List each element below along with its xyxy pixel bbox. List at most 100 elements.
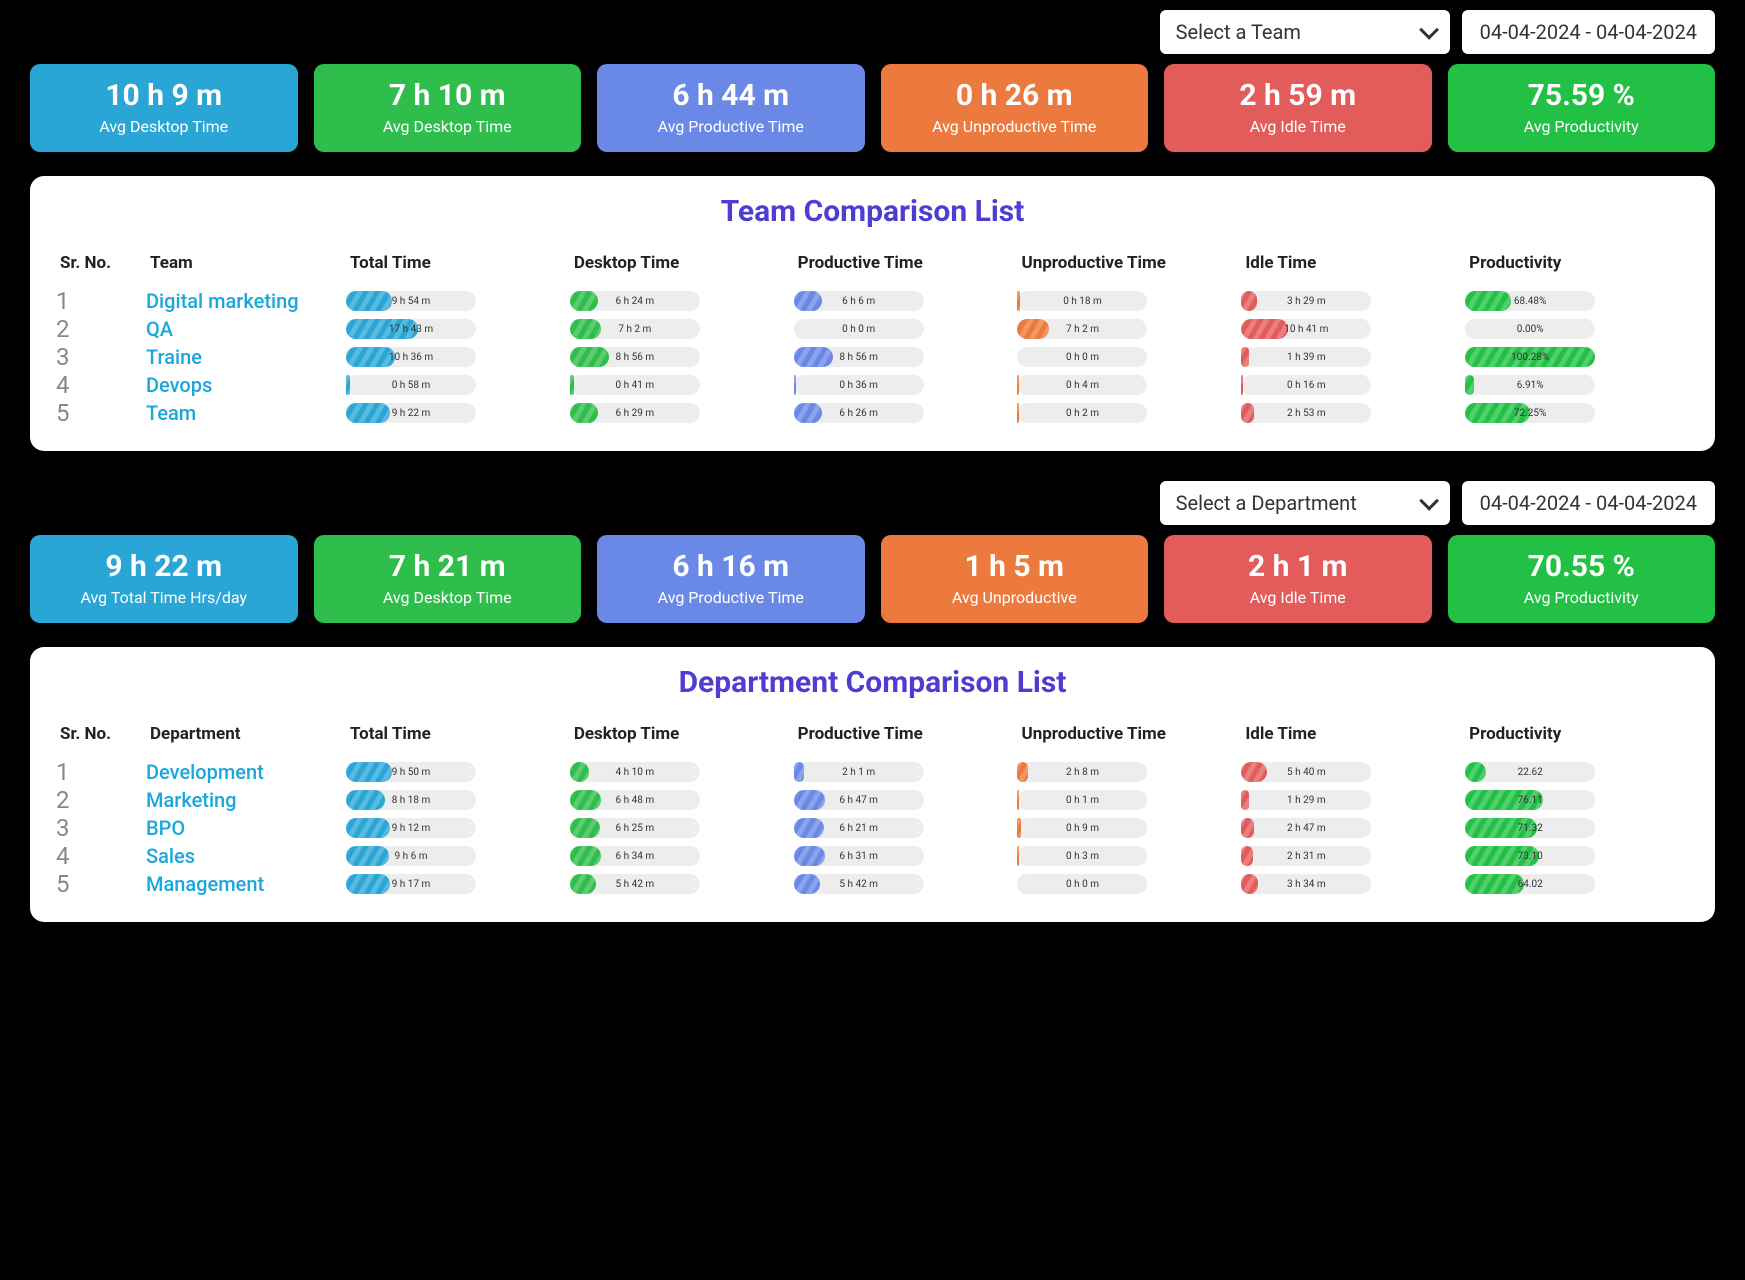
progress-pill: 0 h 16 m <box>1241 375 1371 395</box>
card-label: Avg Desktop Time <box>322 588 574 607</box>
progress-fill <box>570 874 596 894</box>
sr-no: 2 <box>56 786 146 814</box>
card-value: 6 h 44 m <box>605 78 857 113</box>
team-link[interactable]: Digital marketing <box>146 289 299 313</box>
metric-cell: 6.91% <box>1465 375 1689 395</box>
progress-fill <box>794 291 823 311</box>
progress-fill <box>794 762 804 782</box>
dept-comparison-title: Department Comparison List <box>56 665 1689 700</box>
team-link[interactable]: Devops <box>146 373 212 397</box>
progress-fill <box>346 762 392 782</box>
progress-label: 8 h 18 m <box>392 795 431 806</box>
progress-label: 68.48% <box>1514 296 1546 307</box>
progress-fill <box>794 846 825 866</box>
progress-label: 5 h 42 m <box>616 879 655 890</box>
progress-fill <box>346 818 390 838</box>
team-link[interactable]: QA <box>146 317 173 341</box>
progress-pill: 2 h 1 m <box>794 762 924 782</box>
metric-cell: 0 h 2 m <box>1017 403 1241 423</box>
progress-pill: 0 h 0 m <box>794 319 924 339</box>
progress-label: 9 h 6 m <box>395 851 428 862</box>
dept-date-range[interactable]: 04-04-2024 - 04-04-2024 <box>1462 481 1715 525</box>
team-summary-cards: 10 h 9 mAvg Desktop Time7 h 10 mAvg Desk… <box>30 64 1715 152</box>
metric-cell: 1 h 29 m <box>1241 790 1465 810</box>
progress-pill: 1 h 29 m <box>1241 790 1371 810</box>
progress-pill: 0 h 3 m <box>1017 846 1147 866</box>
progress-label: 0 h 41 m <box>616 380 655 391</box>
progress-pill: 6 h 6 m <box>794 291 924 311</box>
department-cell: Marketing <box>146 788 346 812</box>
card-label: Avg Productive Time <box>605 588 857 607</box>
progress-pill: 0 h 18 m <box>1017 291 1147 311</box>
progress-label: 0 h 9 m <box>1066 823 1099 834</box>
team-select[interactable]: Select a Team <box>1160 10 1450 54</box>
progress-fill <box>570 347 609 367</box>
sr-no: 1 <box>56 758 146 786</box>
metric-cell: 8 h 18 m <box>346 790 570 810</box>
sr-no: 5 <box>56 399 146 427</box>
team-date-range[interactable]: 04-04-2024 - 04-04-2024 <box>1462 10 1715 54</box>
card-value: 2 h 59 m <box>1172 78 1424 113</box>
metric-cell: 0 h 4 m <box>1017 375 1241 395</box>
progress-fill <box>1241 347 1249 367</box>
dept-filter-bar: Select a Department 04-04-2024 - 04-04-2… <box>30 481 1715 525</box>
team-link[interactable]: Team <box>146 401 196 425</box>
progress-fill <box>570 403 599 423</box>
progress-pill: 7 h 2 m <box>1017 319 1147 339</box>
department-link[interactable]: Management <box>146 872 264 896</box>
progress-pill: 6 h 31 m <box>794 846 924 866</box>
department-link[interactable]: BPO <box>146 816 185 840</box>
progress-label: 0 h 2 m <box>1066 408 1099 419</box>
progress-label: 10 h 41 m <box>1284 324 1328 335</box>
metric-cell: 0 h 18 m <box>1017 291 1241 311</box>
progress-fill <box>1465 762 1486 782</box>
dept-comparison-grid: Sr. No.DepartmentTotal TimeDesktop TimeP… <box>56 718 1689 898</box>
column-header: Idle Time <box>1241 247 1465 287</box>
sr-no: 1 <box>56 287 146 315</box>
progress-fill <box>346 790 385 810</box>
progress-label: 2 h 8 m <box>1066 767 1099 778</box>
progress-pill: 0 h 58 m <box>346 375 476 395</box>
dept-select-label: Select a Department <box>1176 491 1357 515</box>
progress-fill <box>570 846 601 866</box>
sr-no: 4 <box>56 842 146 870</box>
progress-pill: 3 h 34 m <box>1241 874 1371 894</box>
progress-label: 64.02 <box>1518 879 1543 890</box>
progress-pill: 6 h 25 m <box>570 818 700 838</box>
summary-card: 2 h 59 mAvg Idle Time <box>1164 64 1432 152</box>
progress-label: 2 h 31 m <box>1287 851 1326 862</box>
team-comparison-title: Team Comparison List <box>56 194 1689 229</box>
metric-cell: 0 h 36 m <box>794 375 1018 395</box>
card-label: Avg Desktop Time <box>322 117 574 136</box>
sr-no: 5 <box>56 870 146 898</box>
progress-pill: 6 h 34 m <box>570 846 700 866</box>
summary-card: 75.59 %Avg Productivity <box>1448 64 1716 152</box>
progress-pill: 2 h 31 m <box>1241 846 1371 866</box>
progress-fill <box>1241 874 1258 894</box>
progress-fill <box>1241 291 1257 311</box>
dept-select[interactable]: Select a Department <box>1160 481 1450 525</box>
progress-pill: 6 h 24 m <box>570 291 700 311</box>
department-link[interactable]: Marketing <box>146 788 237 812</box>
dept-summary-cards: 9 h 22 mAvg Total Time Hrs/day7 h 21 mAv… <box>30 535 1715 623</box>
progress-pill: 0 h 41 m <box>570 375 700 395</box>
progress-pill: 6 h 21 m <box>794 818 924 838</box>
metric-cell: 9 h 22 m <box>346 403 570 423</box>
progress-pill: 22.62 <box>1465 762 1595 782</box>
department-link[interactable]: Sales <box>146 844 195 868</box>
progress-pill: 1 h 39 m <box>1241 347 1371 367</box>
team-filter-bar: Select a Team 04-04-2024 - 04-04-2024 <box>30 10 1715 54</box>
progress-label: 71.32 <box>1518 823 1543 834</box>
summary-card: 7 h 10 mAvg Desktop Time <box>314 64 582 152</box>
department-cell: Management <box>146 872 346 896</box>
card-value: 7 h 21 m <box>322 549 574 584</box>
progress-label: 4 h 10 m <box>616 767 655 778</box>
progress-label: 6 h 34 m <box>616 851 655 862</box>
metric-cell: 73.10 <box>1465 846 1689 866</box>
progress-fill <box>794 790 825 810</box>
department-link[interactable]: Development <box>146 760 264 784</box>
team-link[interactable]: Traine <box>146 345 202 369</box>
progress-fill <box>570 790 601 810</box>
progress-label: 0 h 16 m <box>1287 380 1326 391</box>
metric-cell: 6 h 24 m <box>570 291 794 311</box>
